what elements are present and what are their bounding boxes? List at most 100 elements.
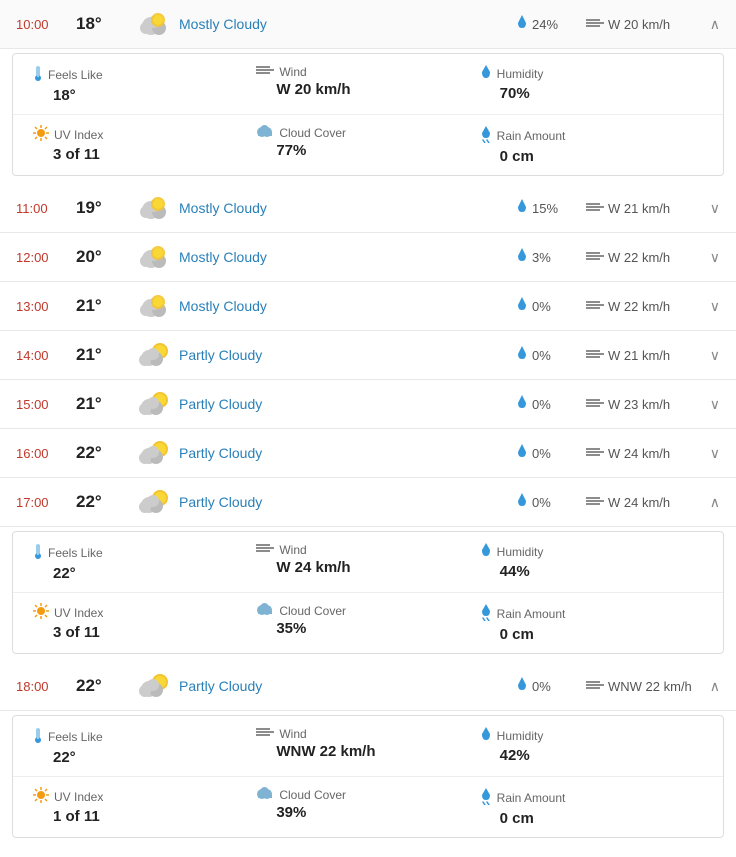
humidity-item: Humidity 44%: [480, 542, 703, 582]
feels-like-item: Feels Like 22°: [33, 542, 256, 582]
detail-row-top: Feels Like 22° Wind WNW 22 km/h Humidity…: [13, 716, 723, 777]
weather-row[interactable]: 15:00 21° Partly Cloudy 0% W 23 km/h ∨: [0, 380, 736, 429]
wind-speed: W 20 km/h: [586, 17, 696, 32]
rain-chance: 0%: [516, 493, 586, 512]
rain-detail-icon: [480, 787, 492, 808]
humidity-value: 44%: [500, 563, 703, 580]
weather-row[interactable]: 13:00 21° Mostly Cloudy 0% W 22 km/h ∨: [0, 282, 736, 331]
description: Partly Cloudy: [179, 396, 516, 412]
weather-row[interactable]: 14:00 21° Partly Cloudy 0% W 21 km/h ∨: [0, 331, 736, 380]
feels-like-label: Feels Like: [33, 64, 256, 85]
rain-drop-icon: [516, 444, 528, 463]
cloud-value: 35%: [276, 620, 479, 637]
wind-value: WNW 22 km/h: [276, 743, 479, 760]
rain-chance: 0%: [516, 297, 586, 316]
wind-detail-icon: [256, 726, 274, 741]
weather-row[interactable]: 11:00 19° Mostly Cloudy 15% W 21 km/h ∨: [0, 184, 736, 233]
rain-drop-icon: [516, 493, 528, 512]
time: 11:00: [16, 201, 76, 216]
thermometer-icon: [33, 726, 43, 747]
rain-drop-icon: [516, 199, 528, 218]
rain-chance: 0%: [516, 677, 586, 696]
weather-icon: [131, 194, 179, 222]
time: 18:00: [16, 679, 76, 694]
thermometer-icon: [33, 542, 43, 563]
time: 16:00: [16, 446, 76, 461]
temperature: 21°: [76, 394, 131, 414]
weather-row[interactable]: 12:00 20° Mostly Cloudy 3% W 22 km/h ∨: [0, 233, 736, 282]
weather-icon: [131, 10, 179, 38]
humidity-icon: [480, 726, 492, 745]
cloud-cover-icon: [256, 787, 274, 802]
wind-speed: W 24 km/h: [586, 495, 696, 510]
humidity-item: Humidity 70%: [480, 64, 703, 104]
rain-drop-icon: [516, 395, 528, 414]
weather-row[interactable]: 18:00 22° Partly Cloudy 0% WNW 22 km/h ∧: [0, 662, 736, 711]
detail-row-bottom: UV Index 3 of 11 Cloud Cover 77% Rain: [13, 115, 723, 175]
rain-chance: 3%: [516, 248, 586, 267]
description: Partly Cloudy: [179, 445, 516, 461]
feels-like-value: 18°: [53, 87, 256, 104]
wind-detail-icon: [256, 64, 274, 79]
wind-value: W 24 km/h: [276, 559, 479, 576]
description: Mostly Cloudy: [179, 249, 516, 265]
rain-amount-label: Rain Amount: [480, 787, 703, 808]
rain-chance: 0%: [516, 395, 586, 414]
feels-like-label: Feels Like: [33, 542, 256, 563]
rain-amount-label: Rain Amount: [480, 603, 703, 624]
humidity-value: 42%: [500, 747, 703, 764]
chevron-icon: ∧: [696, 16, 720, 33]
chevron-icon: ∨: [696, 298, 720, 315]
wind-icon: [586, 495, 604, 510]
description: Mostly Cloudy: [179, 200, 516, 216]
wind-detail-icon: [256, 542, 274, 557]
detail-row-top: Feels Like 18° Wind W 20 km/h Humidity 7…: [13, 54, 723, 115]
rain-drop-icon: [516, 346, 528, 365]
wind-icon: [586, 397, 604, 412]
humidity-icon: [480, 64, 492, 83]
description: Partly Cloudy: [179, 494, 516, 510]
rain-detail-icon: [480, 125, 492, 146]
cloud-label: Cloud Cover: [256, 603, 479, 618]
wind-icon: [586, 201, 604, 216]
description: Partly Cloudy: [179, 347, 516, 363]
weather-row[interactable]: 17:00 22° Partly Cloudy 0% W 24 km/h ∧: [0, 478, 736, 527]
time: 13:00: [16, 299, 76, 314]
temperature: 20°: [76, 247, 131, 267]
wind-icon: [586, 446, 604, 461]
detail-panel: Feels Like 18° Wind W 20 km/h Humidity 7…: [12, 53, 724, 176]
rain-chance: 0%: [516, 346, 586, 365]
feels-like-value: 22°: [53, 749, 256, 766]
rain-detail-icon: [480, 603, 492, 624]
cloud-item: Cloud Cover 39%: [256, 787, 479, 827]
cloud-cover-icon: [256, 603, 274, 618]
time: 10:00: [16, 17, 76, 32]
uv-value: 1 of 11: [53, 808, 256, 825]
rain-amount-label: Rain Amount: [480, 125, 703, 146]
rain-drop-icon: [516, 15, 528, 34]
humidity-label: Humidity: [480, 64, 703, 83]
description: Mostly Cloudy: [179, 298, 516, 314]
uv-label: UV Index: [33, 787, 256, 806]
uv-item: UV Index 1 of 11: [33, 787, 256, 827]
time: 12:00: [16, 250, 76, 265]
wind-item: Wind WNW 22 km/h: [256, 726, 479, 766]
humidity-item: Humidity 42%: [480, 726, 703, 766]
wind-value: W 20 km/h: [276, 81, 479, 98]
weather-icon: [131, 672, 179, 700]
weather-row[interactable]: 10:00 18° Mostly Cloudy 24% W 20 km/h ∧: [0, 0, 736, 49]
uv-item: UV Index 3 of 11: [33, 125, 256, 165]
wind-speed: W 22 km/h: [586, 299, 696, 314]
time: 17:00: [16, 495, 76, 510]
rain-drop-icon: [516, 677, 528, 696]
temperature: 22°: [76, 492, 131, 512]
wind-label: Wind: [256, 726, 479, 741]
detail-panel: Feels Like 22° Wind WNW 22 km/h Humidity…: [12, 715, 724, 838]
wind-icon: [586, 17, 604, 32]
weather-row[interactable]: 16:00 22° Partly Cloudy 0% W 24 km/h ∨: [0, 429, 736, 478]
wind-icon: [586, 679, 604, 694]
uv-icon: [33, 125, 49, 144]
weather-icon: [131, 488, 179, 516]
rain-chance: 0%: [516, 444, 586, 463]
rain-amount-value: 0 cm: [500, 148, 703, 165]
